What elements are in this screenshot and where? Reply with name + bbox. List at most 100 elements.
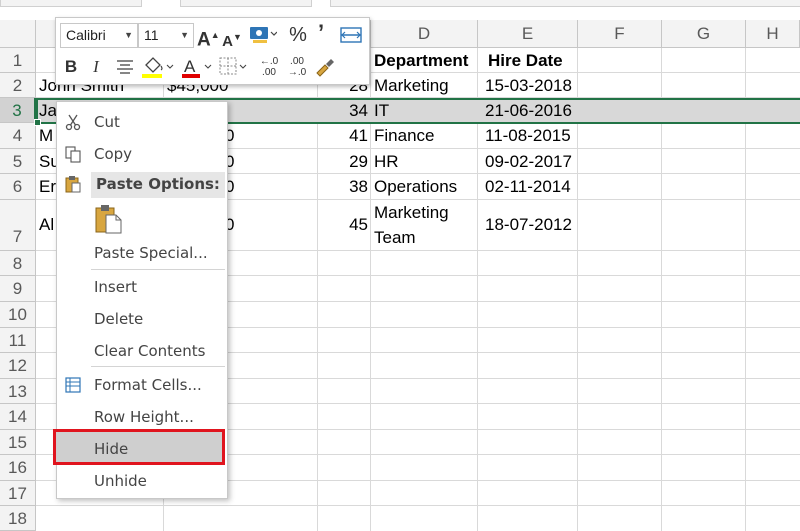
cell-d2[interactable]: Marketing <box>371 73 478 98</box>
select-all-corner[interactable] <box>0 20 36 48</box>
paste-button[interactable] <box>93 203 125 235</box>
cell-e6[interactable]: 02-11-2014 <box>482 174 578 200</box>
row-header-11[interactable]: 11 <box>0 328 36 353</box>
context-menu: Cut Copy Paste Options: Paste Special...… <box>53 101 228 499</box>
cell-e7[interactable]: 18-07-2012 <box>482 212 578 238</box>
cell-b4[interactable]: 0 <box>222 123 318 149</box>
row-header-4[interactable]: 4 <box>0 123 36 149</box>
menu-item-insert[interactable]: Insert <box>57 272 227 302</box>
chevron-down-icon: ▼ <box>124 30 133 40</box>
font-name-box[interactable]: Calibri ▼ <box>60 23 138 48</box>
row-header-16[interactable]: 16 <box>0 455 36 481</box>
row-header-8[interactable]: 8 <box>0 251 36 276</box>
row-header-9[interactable]: 9 <box>0 276 36 302</box>
fill-bucket-icon <box>142 57 174 78</box>
cell-b6[interactable]: 0 <box>222 174 318 200</box>
percent-style-button[interactable]: % <box>287 25 309 45</box>
column-header-h[interactable]: H <box>746 20 800 48</box>
column-header-g[interactable]: G <box>662 20 746 48</box>
cell-e4[interactable]: 11-08-2015 <box>482 123 578 149</box>
cell-c7[interactable]: 45 <box>318 212 371 238</box>
column-header-f[interactable]: F <box>578 20 662 48</box>
row-header-15[interactable]: 15 <box>0 430 36 455</box>
menu-label-insert: Insert <box>94 278 138 296</box>
decrease-decimal-bottom: →.0 <box>287 67 307 78</box>
column-header-d[interactable]: D <box>371 20 478 48</box>
menu-label-row-height: Row Height... <box>94 408 194 426</box>
menu-label-unhide: Unhide <box>94 472 147 490</box>
grow-font-button[interactable]: A▲ <box>197 25 220 50</box>
mini-toolbar: Calibri ▼ 11 ▼ A▲ A▼ % ’ B I A ←.0 .00 .… <box>55 17 370 85</box>
cell-d5[interactable]: HR <box>371 149 478 174</box>
ribbon-edge <box>180 0 312 7</box>
cell-d6[interactable]: Operations <box>371 174 478 200</box>
menu-item-copy[interactable]: Copy <box>57 139 227 169</box>
fill-handle[interactable] <box>34 119 41 126</box>
cell-c3[interactable]: 34 <box>318 98 371 123</box>
column-header-e[interactable]: E <box>478 20 578 48</box>
menu-label-hide: Hide <box>94 440 129 458</box>
cell-e5[interactable]: 09-02-2017 <box>482 149 578 174</box>
accounting-format-button[interactable] <box>246 24 278 52</box>
menu-item-clear-contents[interactable]: Clear Contents <box>57 336 227 366</box>
paste-options-label: Paste Options: <box>96 175 220 193</box>
cell-c5[interactable]: 29 <box>318 149 371 174</box>
cell-b5[interactable]: 0 <box>222 149 318 174</box>
cell-c6[interactable]: 38 <box>318 174 371 200</box>
row-header-7[interactable]: 7 <box>0 200 36 251</box>
cell-d4[interactable]: Finance <box>371 123 478 149</box>
row-header-2[interactable]: 2 <box>0 73 36 98</box>
cell-e2[interactable]: 15-03-2018 <box>482 73 578 98</box>
row-header-1[interactable]: 1 <box>0 48 36 73</box>
row-header-18[interactable]: 18 <box>0 506 36 531</box>
cell-d7-line1[interactable]: Marketing <box>371 200 478 225</box>
cell-e1[interactable]: Hire Date <box>485 48 578 73</box>
menu-item-row-height[interactable]: Row Height... <box>57 402 227 432</box>
italic-button[interactable]: I <box>88 57 104 77</box>
row-header-5[interactable]: 5 <box>0 149 36 174</box>
menu-item-paste-special[interactable]: Paste Special... <box>57 238 227 268</box>
row-header-6[interactable]: 6 <box>0 174 36 200</box>
menu-divider <box>91 269 225 270</box>
wrap-text-icon <box>340 27 362 43</box>
menu-divider <box>91 366 225 367</box>
cell-d1[interactable]: Department <box>371 48 478 73</box>
borders-button[interactable] <box>218 55 248 83</box>
menu-item-format-cells[interactable]: Format Cells... <box>57 370 227 400</box>
menu-label-format-cells: Format Cells... <box>94 376 202 394</box>
align-center-icon <box>117 60 133 74</box>
row-header-14[interactable]: 14 <box>0 404 36 430</box>
row-header-10[interactable]: 10 <box>0 302 36 328</box>
row-header-3[interactable]: 3 <box>0 98 36 123</box>
row-header-13[interactable]: 13 <box>0 379 36 404</box>
cell-c4[interactable]: 41 <box>318 123 371 149</box>
cell-d7-line2[interactable]: Team <box>371 225 478 251</box>
wrap-text-button[interactable] <box>339 25 363 51</box>
cell-b7[interactable]: 0 <box>222 212 318 238</box>
bold-button[interactable]: B <box>62 57 80 77</box>
menu-item-unhide[interactable]: Unhide <box>57 466 227 496</box>
decrease-decimal-button[interactable]: .00 →.0 <box>284 56 310 78</box>
font-name-value: Calibri <box>66 27 106 43</box>
align-center-button[interactable] <box>114 59 136 83</box>
shrink-font-button[interactable]: A▼ <box>222 27 242 52</box>
format-painter-button[interactable] <box>312 56 338 84</box>
clipboard-paste-icon <box>95 205 122 234</box>
comma-style-button[interactable]: ’ <box>314 22 328 44</box>
row-header-12[interactable]: 12 <box>0 353 36 379</box>
font-size-value: 11 <box>144 27 159 43</box>
menu-item-delete[interactable]: Delete <box>57 304 227 334</box>
increase-decimal-button[interactable]: ←.0 .00 <box>256 56 282 78</box>
menu-item-cut[interactable]: Cut <box>57 107 227 137</box>
decrease-decimal-top: .00 <box>290 56 304 67</box>
font-color-button[interactable]: A <box>180 55 214 85</box>
cell-e3[interactable]: 21-06-2016 <box>482 98 578 123</box>
menu-item-hide[interactable]: Hide <box>57 434 227 464</box>
chevron-down-icon: ▼ <box>180 30 189 40</box>
font-size-box[interactable]: 11 ▼ <box>138 23 194 48</box>
paste-options-header: Paste Options: <box>91 172 225 198</box>
fill-color-button[interactable] <box>140 55 176 85</box>
row-header-17[interactable]: 17 <box>0 481 36 506</box>
format-painter-icon <box>316 59 334 77</box>
cell-d3[interactable]: IT <box>371 98 478 123</box>
